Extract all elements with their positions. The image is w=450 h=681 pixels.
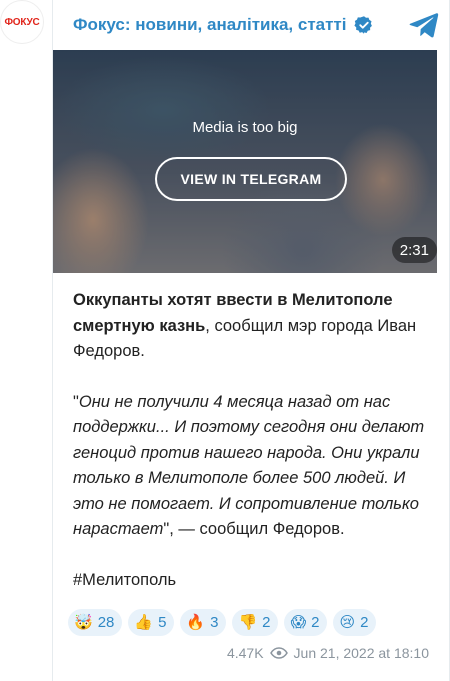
post-meta: 4.47K Jun 21, 2022 at 18:10 xyxy=(227,645,429,661)
media-too-big-message: Media is too big xyxy=(192,119,298,136)
post-quote-attribution: ", — сообщил Федоров. xyxy=(163,520,345,538)
reaction-count: 5 xyxy=(158,614,167,631)
reaction-crying[interactable]: 😢 2 xyxy=(333,609,377,636)
avatar-logo-text: ФОКУС xyxy=(4,16,40,28)
screaming-face-icon: 😱 xyxy=(290,614,307,631)
post-text: Оккупанты хотят ввести в Мелитополе смер… xyxy=(73,288,433,593)
reaction-screaming[interactable]: 😱 2 xyxy=(284,609,328,636)
fire-icon: 🔥 xyxy=(186,614,206,631)
channel-title[interactable]: Фокус: новини, аналітика, статті xyxy=(73,15,347,35)
reaction-fire[interactable]: 🔥 3 xyxy=(180,609,227,636)
reaction-count: 3 xyxy=(210,614,219,631)
view-in-telegram-button[interactable]: VIEW IN TELEGRAM xyxy=(155,157,347,201)
telegram-post-card: Фокус: новини, аналітика, статті Media i… xyxy=(52,0,450,681)
verified-badge-icon xyxy=(353,16,372,34)
reaction-count: 28 xyxy=(97,614,115,631)
reaction-exploding-head[interactable]: 🤯 28 xyxy=(68,609,123,636)
thumbs-down-icon: 👎 xyxy=(238,614,258,631)
reaction-count: 2 xyxy=(360,614,369,631)
reactions-bar: 🤯 28 👍 5 🔥 3 👎 2 😱 2 😢 2 xyxy=(68,609,377,636)
post-hashtag[interactable]: #Мелитополь xyxy=(73,568,433,594)
post-lead-paragraph: Оккупанты хотят ввести в Мелитополе смер… xyxy=(73,288,433,365)
post-date[interactable]: Jun 21, 2022 at 18:10 xyxy=(294,645,429,661)
thumbs-up-icon: 👍 xyxy=(134,614,154,631)
view-count: 4.47K xyxy=(226,645,264,661)
post-quote-italic: Они не получили 4 месяца назад от нас по… xyxy=(73,392,425,539)
eye-icon xyxy=(269,647,288,659)
reaction-thumbs-up[interactable]: 👍 5 xyxy=(128,609,175,636)
post-quote-paragraph: "Они не получили 4 месяца назад от нас п… xyxy=(73,390,433,543)
crying-face-icon: 😢 xyxy=(339,614,356,631)
reaction-count: 2 xyxy=(262,614,271,631)
post-header: Фокус: новини, аналітика, статті xyxy=(53,0,449,50)
video-preview[interactable]: Media is too big VIEW IN TELEGRAM 2:31 xyxy=(53,50,437,273)
reaction-count: 2 xyxy=(311,614,320,631)
reaction-thumbs-down[interactable]: 👎 2 xyxy=(232,609,279,636)
exploding-head-icon: 🤯 xyxy=(74,614,93,631)
video-duration-badge: 2:31 xyxy=(391,237,437,263)
channel-avatar[interactable]: ФОКУС xyxy=(0,0,44,44)
telegram-logo-icon[interactable] xyxy=(409,12,439,38)
